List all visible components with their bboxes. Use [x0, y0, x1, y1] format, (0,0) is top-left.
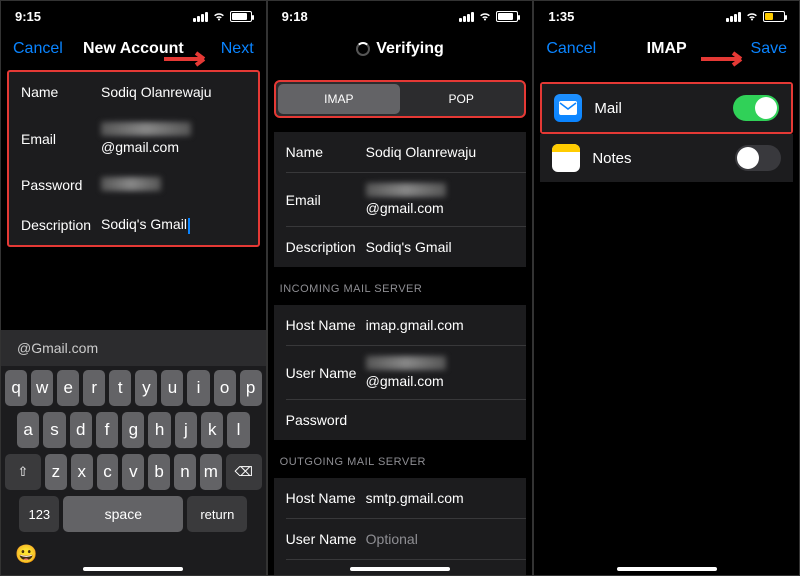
key-t[interactable]: t: [109, 370, 131, 406]
key-o[interactable]: o: [214, 370, 236, 406]
key-r[interactable]: r: [83, 370, 105, 406]
cancel-button[interactable]: Cancel: [13, 40, 68, 58]
return-key[interactable]: return: [187, 496, 247, 532]
incoming-header: Incoming Mail Server: [268, 271, 533, 301]
screen-imap: 1:35 Cancel IMAP Save Mail Notes: [533, 0, 800, 576]
notes-label: Notes: [592, 150, 631, 167]
key-c[interactable]: c: [97, 454, 119, 490]
password-row[interactable]: Password: [9, 165, 258, 205]
out-user-row[interactable]: User NameOptional: [274, 519, 527, 559]
key-p[interactable]: p: [240, 370, 262, 406]
out-host-row[interactable]: Host Namesmtp.gmail.com: [274, 478, 527, 518]
time: 1:35: [548, 9, 574, 24]
keyboard: qwertyuiop asdfghjkl ⇧ zxcvbnm ⌫ 123 spa…: [1, 366, 266, 575]
key-k[interactable]: k: [201, 412, 223, 448]
space-key[interactable]: space: [63, 496, 183, 532]
key-g[interactable]: g: [122, 412, 144, 448]
key-q[interactable]: q: [5, 370, 27, 406]
mail-toggle[interactable]: [733, 95, 779, 121]
name-label: Name: [21, 84, 101, 100]
description-row[interactable]: DescriptionSodiq's Gmail: [274, 227, 527, 267]
key-a[interactable]: a: [17, 412, 39, 448]
name-value: Sodiq Olanrewaju: [101, 84, 246, 100]
wifi-icon: [212, 12, 226, 22]
outgoing-header: Outgoing Mail Server: [268, 444, 533, 474]
cancel-button[interactable]: Cancel: [546, 40, 601, 58]
page-title: Verifying: [356, 40, 444, 58]
time: 9:18: [282, 9, 308, 24]
email-label: Email: [21, 131, 101, 147]
arrow-annotation: [699, 47, 755, 71]
battery-icon: [496, 11, 518, 22]
battery-icon: [230, 11, 252, 22]
key-s[interactable]: s: [43, 412, 65, 448]
key-d[interactable]: d: [70, 412, 92, 448]
notes-toggle[interactable]: [735, 145, 781, 171]
key-x[interactable]: x: [71, 454, 93, 490]
page-title: IMAP: [647, 40, 687, 58]
home-indicator[interactable]: [617, 567, 717, 571]
in-user-row[interactable]: User Name@gmail.com: [274, 346, 527, 399]
account-form: Name Sodiq Olanrewaju Email @gmail.com P…: [7, 70, 260, 247]
key-v[interactable]: v: [122, 454, 144, 490]
delete-key[interactable]: ⌫: [226, 454, 262, 490]
tab-imap[interactable]: IMAP: [278, 84, 400, 114]
key-l[interactable]: l: [227, 412, 249, 448]
home-indicator[interactable]: [350, 567, 450, 571]
spinner-icon: [356, 42, 370, 56]
key-i[interactable]: i: [187, 370, 209, 406]
screen-verifying: 9:18 Verifying IMAP POP NameSodiq Olanre…: [267, 0, 534, 576]
home-indicator[interactable]: [83, 567, 183, 571]
key-w[interactable]: w: [31, 370, 53, 406]
status-bar: 1:35: [534, 1, 799, 32]
wifi-icon: [745, 12, 759, 22]
description-label: Description: [21, 217, 101, 233]
key-z[interactable]: z: [45, 454, 67, 490]
in-pass-row[interactable]: Password: [274, 400, 527, 440]
signal-icon: [193, 12, 208, 22]
signal-icon: [459, 12, 474, 22]
key-e[interactable]: e: [57, 370, 79, 406]
keyboard-suggest[interactable]: @Gmail.com: [1, 330, 266, 366]
nav-bar: Cancel IMAP Save: [534, 32, 799, 66]
key-j[interactable]: j: [175, 412, 197, 448]
email-value: @gmail.com: [101, 122, 246, 155]
email-row[interactable]: Email@gmail.com: [274, 173, 527, 226]
status-bar: 9:15: [1, 1, 266, 32]
num-key[interactable]: 123: [19, 496, 59, 532]
notes-row: Notes: [540, 134, 793, 182]
password-value: [101, 177, 246, 194]
status-bar: 9:18: [268, 1, 533, 32]
tab-pop[interactable]: POP: [400, 84, 522, 114]
key-y[interactable]: y: [135, 370, 157, 406]
description-value: Sodiq's Gmail: [101, 216, 246, 233]
key-b[interactable]: b: [148, 454, 170, 490]
key-h[interactable]: h: [148, 412, 170, 448]
key-n[interactable]: n: [174, 454, 196, 490]
notes-icon: [552, 144, 580, 172]
mail-row: Mail: [542, 84, 791, 132]
name-row[interactable]: Name Sodiq Olanrewaju: [9, 72, 258, 112]
mail-icon: [554, 94, 582, 122]
battery-icon: [763, 11, 785, 22]
email-row[interactable]: Email @gmail.com: [9, 112, 258, 165]
password-label: Password: [21, 177, 101, 193]
key-m[interactable]: m: [200, 454, 222, 490]
description-row[interactable]: Description Sodiq's Gmail: [9, 205, 258, 245]
screen-new-account: 9:15 Cancel New Account Next Name Sodiq …: [0, 0, 267, 576]
name-row[interactable]: NameSodiq Olanrewaju: [274, 132, 527, 172]
nav-bar: Verifying: [268, 32, 533, 66]
wifi-icon: [478, 12, 492, 22]
key-u[interactable]: u: [161, 370, 183, 406]
shift-key[interactable]: ⇧: [5, 454, 41, 490]
time: 9:15: [15, 9, 41, 24]
mail-label: Mail: [594, 100, 622, 117]
protocol-tabs: IMAP POP: [274, 80, 527, 118]
key-f[interactable]: f: [96, 412, 118, 448]
arrow-annotation: [162, 47, 218, 71]
nav-bar: Cancel New Account Next: [1, 32, 266, 66]
signal-icon: [726, 12, 741, 22]
in-host-row[interactable]: Host Nameimap.gmail.com: [274, 305, 527, 345]
